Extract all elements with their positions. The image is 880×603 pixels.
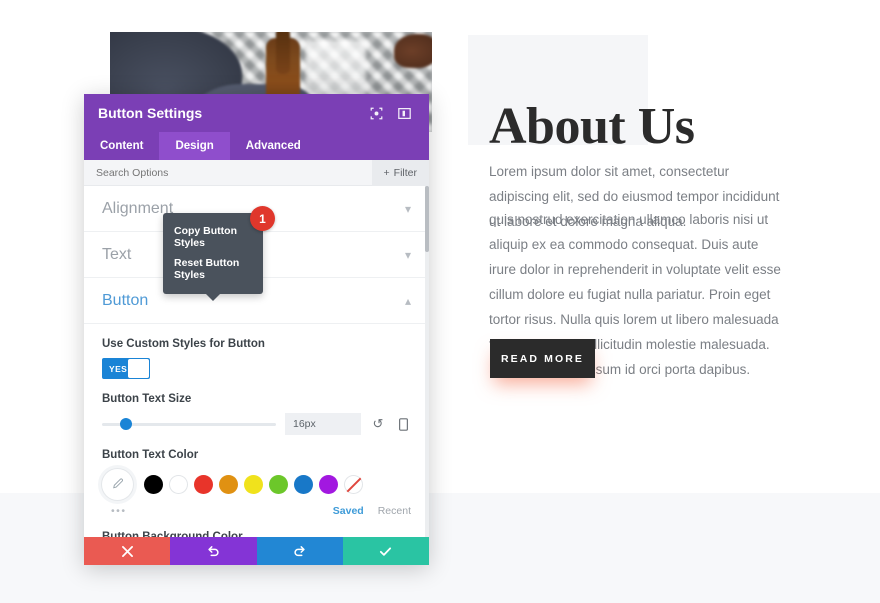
text-size-input[interactable] <box>285 413 361 435</box>
more-options-icon[interactable]: ••• <box>102 505 333 517</box>
purple-swatch[interactable] <box>319 475 338 494</box>
copy-button-styles-item[interactable]: Copy Button Styles <box>163 221 263 253</box>
text-size-row: ↺ <box>102 413 411 435</box>
modal-action-bar <box>84 537 429 565</box>
black-swatch[interactable] <box>144 475 163 494</box>
bg-color-label: Button Background Color <box>102 531 243 537</box>
filter-label: Filter <box>393 166 417 179</box>
reset-button-styles-item[interactable]: Reset Button Styles <box>163 253 263 285</box>
read-more-button[interactable]: READ MORE <box>490 339 595 378</box>
redo-action[interactable] <box>256 537 343 565</box>
chevron-down-icon: ▾ <box>404 201 411 216</box>
yellow-swatch[interactable] <box>244 475 263 494</box>
search-input[interactable] <box>84 166 372 179</box>
scrollbar-track[interactable] <box>425 186 429 537</box>
search-options-bar: + Filter <box>84 159 429 186</box>
panel-layout-icon[interactable] <box>393 102 415 124</box>
undo-action[interactable] <box>170 537 257 565</box>
text-color-label: Button Text Color <box>102 449 199 461</box>
filter-button[interactable]: + Filter <box>371 159 429 186</box>
chevron-down-icon: ▾ <box>404 247 411 262</box>
photo-bottle-neck <box>276 32 290 74</box>
close-icon <box>121 545 133 557</box>
chevron-up-icon: ▴ <box>404 293 411 308</box>
tab-advanced[interactable]: Advanced <box>230 132 317 160</box>
saved-tab[interactable]: Saved <box>333 505 364 517</box>
cancel-action[interactable] <box>84 537 171 565</box>
color-picker-icon[interactable] <box>102 469 133 500</box>
orange-swatch[interactable] <box>219 475 238 494</box>
modal-title: Button Settings <box>98 105 203 121</box>
swatch-meta-row: ••• Saved Recent <box>102 505 411 517</box>
slider-knob[interactable] <box>120 418 133 430</box>
recent-tab[interactable]: Recent <box>378 505 411 517</box>
save-action[interactable] <box>342 537 429 565</box>
button-settings-modal: Button Settings Content Design Advanced <box>84 94 429 565</box>
text-color-swatches <box>102 469 411 500</box>
modal-header: Button Settings <box>84 94 429 132</box>
photo-hand <box>394 34 432 68</box>
custom-styles-toggle[interactable]: YES <box>102 358 150 379</box>
responsive-device-icon[interactable] <box>395 416 411 432</box>
custom-styles-label: Use Custom Styles for Button <box>102 338 265 350</box>
blue-swatch[interactable] <box>294 475 313 494</box>
tab-design[interactable]: Design <box>159 132 230 160</box>
tab-content[interactable]: Content <box>84 132 159 160</box>
red-swatch[interactable] <box>194 475 213 494</box>
step-badge: 1 <box>250 206 275 231</box>
screenshot-root: About Us Lorem ipsum dolor sit amet, con… <box>0 0 880 603</box>
undo-icon <box>208 546 219 557</box>
modal-tabs: Content Design Advanced <box>84 132 429 160</box>
green-swatch[interactable] <box>269 475 288 494</box>
page-title: About Us <box>489 98 695 155</box>
plus-icon: + <box>383 166 390 179</box>
reset-icon[interactable]: ↺ <box>370 416 386 432</box>
text-size-label: Button Text Size <box>102 393 192 405</box>
scrollbar-thumb[interactable] <box>425 186 429 252</box>
focus-target-icon[interactable] <box>365 102 387 124</box>
toggle-value-label: YES <box>109 363 128 374</box>
no-color-swatch[interactable] <box>344 475 363 494</box>
button-panel: Use Custom Styles for Button YES Button … <box>84 338 429 537</box>
check-icon <box>380 546 392 556</box>
section-button-label: Button <box>102 291 149 309</box>
text-size-slider[interactable] <box>102 418 276 430</box>
white-swatch[interactable] <box>169 475 188 494</box>
toggle-knob <box>128 359 149 378</box>
button-styles-tooltip: Copy Button Styles Reset Button Styles <box>163 213 263 294</box>
redo-icon <box>294 546 305 557</box>
